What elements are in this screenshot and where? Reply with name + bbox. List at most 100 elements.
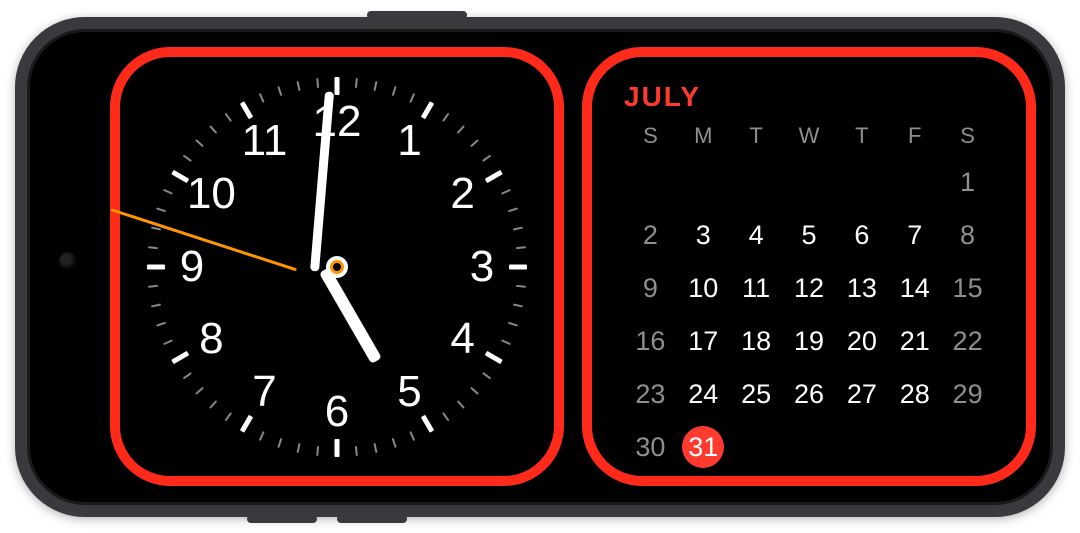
tick-minor [516, 284, 526, 287]
tick-minor [442, 112, 449, 121]
tick-minor [209, 400, 217, 409]
calendar-day: 10 [677, 268, 730, 308]
tick-minor [508, 321, 518, 326]
calendar-day: 23 [624, 374, 677, 414]
tick-minor [163, 339, 173, 345]
clock-numeral: 1 [385, 116, 435, 166]
calendar-day: 16 [624, 321, 677, 361]
tick-minor [373, 80, 377, 90]
calendar-day: 24 [677, 374, 730, 414]
calendar-day-header: S [941, 123, 994, 149]
calendar-day: 17 [677, 321, 730, 361]
tick-minor [156, 321, 166, 326]
calendar-day-header: W [783, 123, 836, 149]
calendar-widget[interactable]: JULY SMTWTFS1234567891011121314151617181… [594, 59, 1024, 474]
hour-hand [319, 267, 382, 364]
tick-minor [355, 77, 358, 87]
clock-numeral: 8 [186, 314, 236, 364]
clock-numeral: 4 [438, 314, 488, 364]
tick-minor [482, 154, 491, 161]
calendar-day-header: F [888, 123, 941, 149]
tick-minor [148, 246, 158, 249]
calendar-day: 12 [783, 268, 836, 308]
tick-major [147, 264, 165, 269]
tick-minor [156, 207, 166, 212]
tick-minor [409, 431, 415, 441]
tick-minor [163, 188, 173, 194]
tick-minor [183, 154, 192, 161]
calendar-day: 26 [783, 374, 836, 414]
tick-minor [316, 445, 319, 455]
calendar-day: 25 [730, 374, 783, 414]
tick-minor [470, 386, 479, 394]
power-button [367, 11, 467, 19]
calendar-day: 4 [730, 215, 783, 255]
tick-minor [501, 188, 511, 194]
clock-numeral: 7 [240, 367, 290, 417]
calendar-day-header: T [835, 123, 888, 149]
tick-minor [482, 371, 491, 378]
calendar-day: 28 [888, 374, 941, 414]
calendar-day: 3 [677, 215, 730, 255]
tick-minor [195, 386, 204, 394]
calendar-day: 29 [941, 374, 994, 414]
calendar-day-header: M [677, 123, 730, 149]
calendar-day: 6 [835, 215, 888, 255]
calendar-day-today: 31 [677, 427, 730, 467]
clock-widget[interactable]: 12 12 3 45678 9 1011 [122, 59, 552, 474]
calendar-day: 18 [730, 321, 783, 361]
tick-minor [513, 303, 523, 307]
tick-minor [277, 437, 282, 447]
analog-clock-face: 12 12 3 45678 9 1011 [142, 72, 532, 462]
tick-minor [225, 112, 232, 121]
clock-pivot-orange [330, 260, 344, 274]
tick-minor [457, 125, 465, 134]
tick-major [335, 439, 340, 457]
calendar-day-header: T [730, 123, 783, 149]
calendar-day: 8 [941, 215, 994, 255]
tick-minor [148, 284, 158, 287]
calendar-day: 5 [783, 215, 836, 255]
tick-minor [355, 445, 358, 455]
tick-major [509, 264, 527, 269]
tick-minor [457, 400, 465, 409]
tick-minor [277, 85, 282, 95]
calendar-day: 13 [835, 268, 888, 308]
calendar-month-label: JULY [624, 81, 994, 113]
tick-minor [209, 125, 217, 134]
calendar-day: 9 [624, 268, 677, 308]
calendar-day: 27 [835, 374, 888, 414]
clock-numeral: 2 [438, 169, 488, 219]
calendar-day-header: S [624, 123, 677, 149]
tick-minor [297, 442, 301, 452]
clock-numeral: 10 [186, 169, 236, 219]
calendar-day: 7 [888, 215, 941, 255]
tick-minor [373, 442, 377, 452]
tick-major [335, 77, 340, 95]
clock-numeral: 6 [312, 387, 362, 437]
clock-widget-highlight: 12 12 3 45678 9 1011 [110, 47, 564, 486]
calendar-widget-highlight: JULY SMTWTFS1234567891011121314151617181… [582, 47, 1036, 486]
calendar-day: 30 [624, 427, 677, 467]
clock-numeral: 9 [167, 242, 217, 292]
tick-minor [516, 246, 526, 249]
tick-minor [513, 226, 523, 230]
tick-minor [151, 303, 161, 307]
standby-screen: 121234567891011 JULY SMTWTFS123456789101… [60, 42, 1020, 492]
calendar-day: 20 [835, 321, 888, 361]
tick-minor [225, 412, 232, 421]
clock-numeral: 5 [385, 367, 435, 417]
tick-minor [508, 207, 518, 212]
tick-minor [195, 139, 204, 147]
clock-numeral: 11 [240, 116, 290, 166]
clock-numeral: 12 [312, 97, 362, 147]
tick-minor [297, 80, 301, 90]
clock-numeral: 3 [457, 242, 507, 292]
calendar-day: 19 [783, 321, 836, 361]
tick-minor [392, 85, 397, 95]
calendar-day: 15 [941, 268, 994, 308]
tick-minor [183, 371, 192, 378]
tick-minor [259, 93, 265, 103]
tick-minor [470, 139, 479, 147]
dynamic-island [51, 212, 86, 322]
